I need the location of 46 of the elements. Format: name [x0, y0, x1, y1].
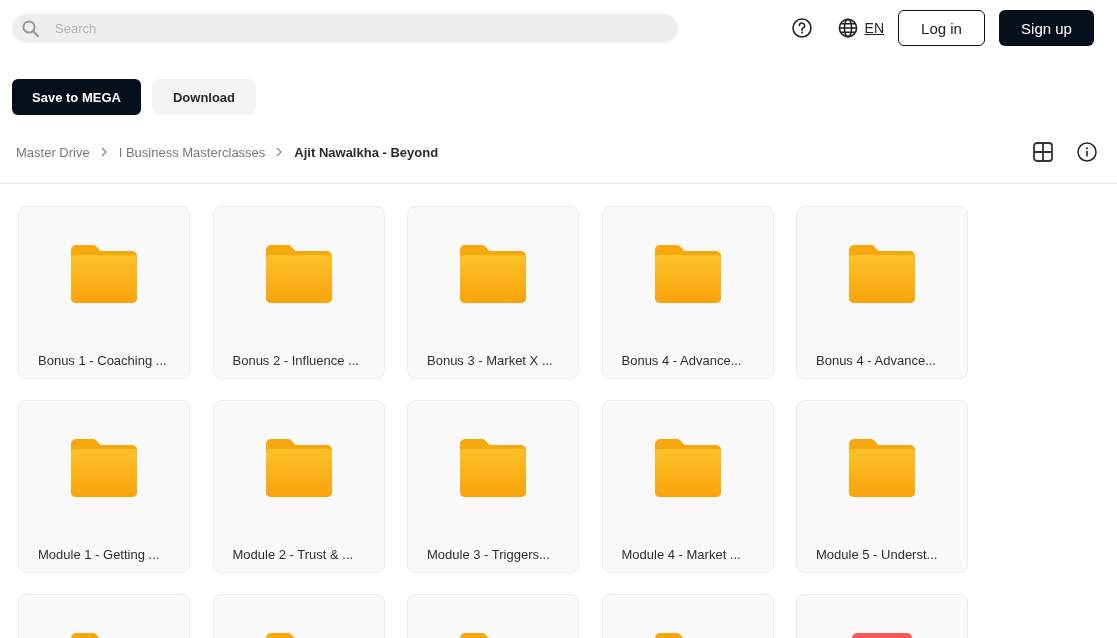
folder-icon	[654, 245, 721, 303]
breadcrumb-item[interactable]: I Business Masterclasses	[118, 144, 266, 160]
folder-name: Bonus 4 - Advance...	[621, 353, 742, 368]
folder-icon	[71, 245, 137, 303]
save-button[interactable]: Save to MEGA	[12, 79, 141, 115]
folder-icon	[849, 245, 915, 303]
folder-name: Module 2 - Trust & ...	[232, 547, 354, 562]
folder-tile[interactable]: Bonus 2 - Influence ...	[212, 206, 385, 379]
chevron-right-icon	[275, 147, 284, 157]
search-icon	[22, 19, 39, 37]
help-icon[interactable]	[791, 18, 812, 38]
folder-icon	[460, 245, 526, 303]
folder-icon	[654, 439, 721, 497]
language-link[interactable]: EN	[864, 20, 884, 36]
folder-icon	[265, 245, 332, 303]
folder-name: Module 5 - Underst...	[816, 547, 938, 562]
folder-name: Bonus 4 - Advance...	[816, 353, 936, 368]
folder-tile[interactable]: Bonus 1 - Coaching ...	[18, 206, 190, 379]
folder-icon	[71, 439, 137, 497]
chevron-right-icon	[99, 147, 108, 157]
folder-icon	[460, 439, 526, 497]
search-field[interactable]: Search	[12, 13, 678, 43]
folder-tile[interactable]: Module 1 - Getting ...	[18, 400, 190, 573]
folder-tile[interactable]: Module 3 - Triggers...	[407, 400, 579, 573]
folder-tile[interactable]: Bonus 3 - Market X ...	[407, 206, 579, 379]
folder-icon	[849, 439, 915, 497]
folder-icon	[265, 439, 332, 497]
info-icon[interactable]	[1077, 142, 1097, 162]
folder-tile[interactable]: Bonus 4 - Advance...	[601, 206, 774, 379]
folder-name: Bonus 3 - Market X ...	[427, 353, 553, 368]
download-button[interactable]: Download	[152, 79, 256, 115]
folder-name: Bonus 2 - Influence ...	[232, 353, 359, 368]
folder-name: Module 3 - Triggers...	[427, 547, 550, 562]
sign-up-button[interactable]: Sign up	[999, 10, 1094, 46]
grid-view-icon[interactable]	[1033, 142, 1053, 162]
log-in-button[interactable]: Log in	[898, 10, 985, 46]
folder-tile[interactable]: Module 5 - Underst...	[796, 400, 968, 573]
globe-icon[interactable]	[837, 18, 858, 38]
folder-tile[interactable]: Module 4 - Market ...	[601, 400, 774, 573]
folder-name: Module 4 - Market ...	[621, 547, 741, 562]
folder-name: Module 1 - Getting ...	[38, 547, 160, 562]
breadcrumb-item[interactable]: Master Drive	[16, 144, 90, 160]
breadcrumb-item[interactable]: Ajit Nawalkha - Beyond	[294, 144, 439, 160]
folder-tile[interactable]: Module 2 - Trust & ...	[212, 400, 385, 573]
folder-tile[interactable]: Bonus 4 - Advance...	[796, 206, 968, 379]
folder-name: Bonus 1 - Coaching ...	[38, 353, 167, 368]
